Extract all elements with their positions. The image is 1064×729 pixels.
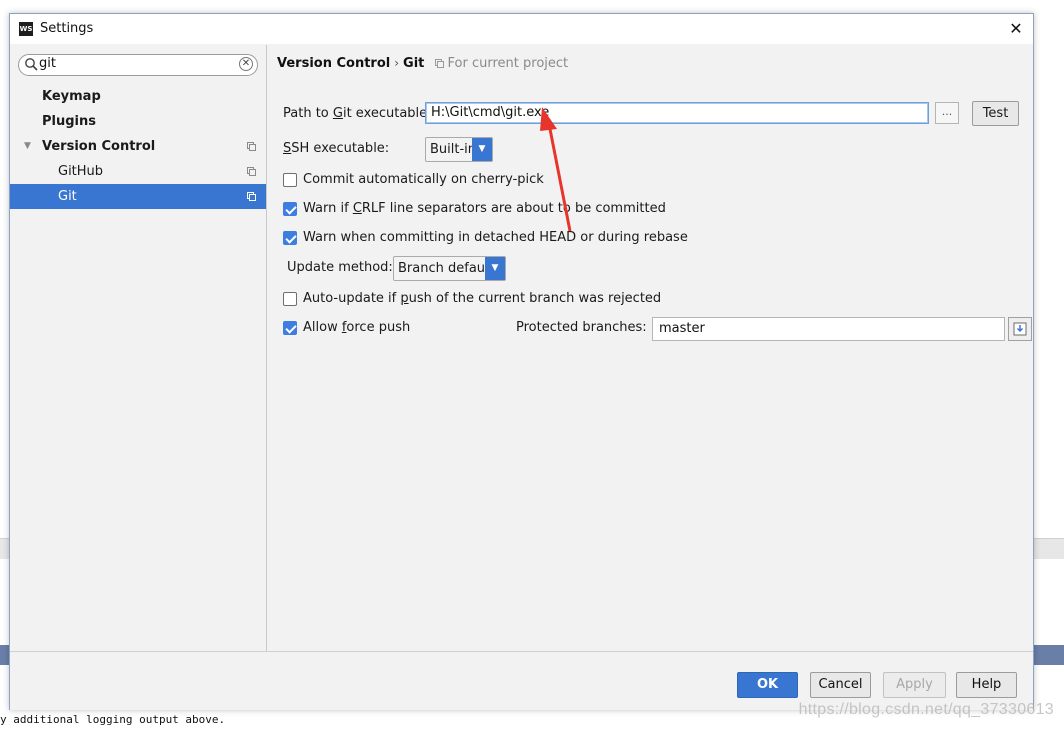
warn-crlf-checkbox[interactable]: [283, 202, 297, 216]
sidebar-item-github[interactable]: GitHub: [10, 159, 266, 184]
label-part: Path to: [283, 106, 333, 121]
project-scope-icon: [434, 59, 444, 68]
label-part: SH executable:: [291, 141, 390, 156]
breadcrumb-current: Git: [403, 56, 425, 71]
warn-detached-head-label: Warn when committing in detached HEAD or…: [303, 230, 688, 245]
sidebar-item-label: Keymap: [42, 89, 101, 104]
chevron-down-icon: ▼: [472, 138, 492, 161]
sidebar-item-label: Plugins: [42, 114, 96, 129]
browse-button[interactable]: ...: [935, 102, 959, 124]
settings-sidebar: git ✕ Keymap Plugins ▼ Version Control G…: [10, 45, 267, 651]
label-mnemonic: p: [400, 291, 409, 306]
protected-branches-input[interactable]: master: [652, 317, 1005, 341]
protected-branches-label: Protected branches:: [516, 320, 647, 335]
expand-triangle-icon[interactable]: ▼: [24, 134, 31, 159]
sidebar-item-label: GitHub: [58, 164, 104, 179]
update-method-value: Branch default: [398, 261, 494, 276]
ssh-label: SSH executable:: [283, 141, 389, 156]
clear-search-icon[interactable]: ✕: [239, 57, 253, 71]
label-part: RLF line separators are about to be comm…: [361, 201, 666, 216]
window-title: Settings: [40, 21, 94, 36]
update-method-select[interactable]: Branch default ▼: [393, 256, 506, 281]
sidebar-item-keymap[interactable]: Keymap: [10, 84, 266, 109]
ok-button[interactable]: OK: [737, 672, 798, 698]
label-mnemonic: C: [352, 201, 362, 216]
project-scope-icon: [247, 167, 256, 176]
test-button[interactable]: Test: [972, 101, 1019, 126]
background-log-text: y additional logging output above.: [0, 713, 226, 726]
breadcrumb-separator: ›: [394, 56, 400, 70]
project-scope-icon: [247, 142, 256, 151]
commit-cherry-pick-label: Commit automatically on cherry-pick: [303, 172, 544, 187]
chevron-down-icon: ▼: [485, 257, 505, 280]
help-button[interactable]: Help: [956, 672, 1017, 698]
scope-text: For current project: [447, 56, 569, 71]
ssh-executable-select[interactable]: Built-in ▼: [425, 137, 493, 162]
sidebar-item-version-control[interactable]: ▼ Version Control: [10, 134, 266, 159]
label-part: Warn if: [303, 201, 353, 216]
watermark: https://blog.csdn.net/qq_37330613: [798, 701, 1054, 718]
git-path-label: Path to Git executable:: [283, 106, 432, 121]
title-bar: WS Settings ✕: [10, 14, 1033, 44]
download-icon: [1013, 322, 1027, 336]
label-part: Auto-update if: [303, 291, 401, 306]
warn-crlf-label: Warn if CRLF line separators are about t…: [303, 201, 666, 216]
allow-force-push-label: Allow force push: [303, 320, 410, 335]
label-mnemonic: G: [332, 106, 343, 121]
git-settings-panel: Version Control › Git For current project …: [267, 45, 1033, 651]
commit-cherry-pick-checkbox[interactable]: [283, 173, 297, 187]
label-part: ush of the current branch was rejected: [408, 291, 662, 306]
scope-note: For current project: [434, 56, 569, 71]
apply-button[interactable]: Apply: [883, 672, 946, 698]
close-icon[interactable]: ✕: [1005, 18, 1027, 40]
sidebar-item-label: Version Control: [42, 139, 156, 154]
search-value: git: [39, 56, 56, 71]
sidebar-item-label: Git: [58, 189, 77, 204]
label-part: Allow: [303, 320, 342, 335]
sidebar-item-plugins[interactable]: Plugins: [10, 109, 266, 134]
settings-dialog: WS Settings ✕ git ✕ Keymap Plugins ▼ Ver…: [9, 13, 1034, 710]
warn-detached-head-checkbox[interactable]: [283, 231, 297, 245]
breadcrumb: Version Control › Git For current project: [277, 56, 568, 71]
auto-update-checkbox[interactable]: [283, 292, 297, 306]
update-method-label: Update method:: [287, 260, 393, 275]
label-part: it executable:: [342, 106, 432, 121]
label-part: orce push: [346, 320, 411, 335]
ssh-selected-value: Built-in: [430, 142, 477, 157]
git-path-input[interactable]: H:\Git\cmd\git.exe: [425, 102, 929, 124]
protected-branches-button[interactable]: [1008, 317, 1032, 341]
allow-force-push-checkbox[interactable]: [283, 321, 297, 335]
cancel-button[interactable]: Cancel: [810, 672, 871, 698]
breadcrumb-parent[interactable]: Version Control: [277, 56, 390, 71]
project-scope-icon: [247, 192, 256, 201]
webstorm-app-icon: WS: [19, 22, 33, 36]
search-icon: [25, 58, 38, 71]
auto-update-label: Auto-update if push of the current branc…: [303, 291, 661, 306]
sidebar-item-git[interactable]: Git: [10, 184, 266, 209]
settings-search-input[interactable]: git ✕: [18, 54, 258, 76]
